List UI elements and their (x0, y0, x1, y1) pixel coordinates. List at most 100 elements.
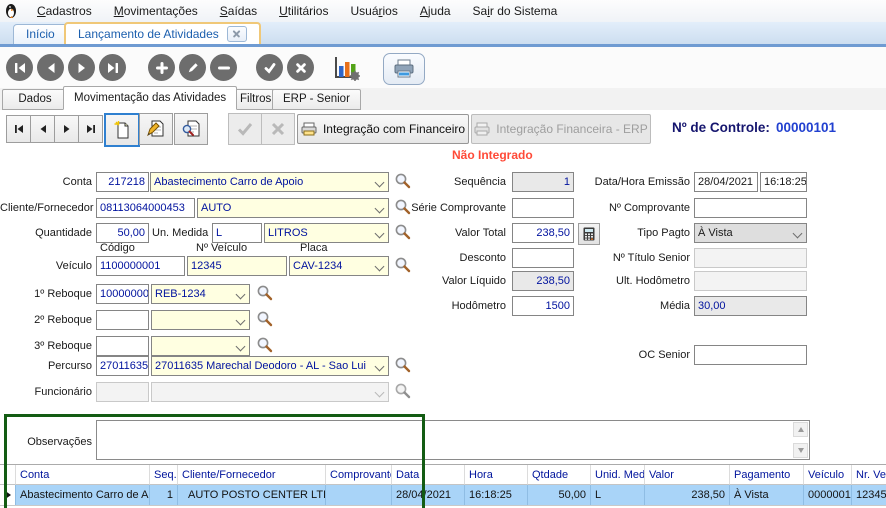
col-cliente-fornecedor[interactable]: Cliente/Fornecedor (178, 465, 326, 485)
titulo-senior-field (694, 248, 807, 268)
hodometro-field[interactable]: 1500 (512, 296, 574, 316)
conta-desc-combo[interactable]: Abastecimento Carro de Apoio (150, 172, 389, 192)
status-nao-integrado: Não Integrado (452, 148, 533, 162)
integracao-financeiro-button[interactable]: Integração com Financeiro (297, 114, 469, 144)
controle-number: Nº de Controle:00000101 (672, 120, 836, 135)
cliente-code-field[interactable]: 08113064000453 (96, 198, 195, 218)
reboque3-placa-combo[interactable] (151, 336, 250, 356)
chevron-down-icon (375, 204, 385, 214)
veiculo-nr-field[interactable]: 12345 (187, 256, 287, 276)
desconto-label: Desconto (398, 248, 506, 268)
col-qtdade[interactable]: Qtdade (528, 465, 591, 485)
percurso-desc-combo[interactable]: 27011635 Marechal Deodoro - AL - Sao Lui (151, 356, 389, 376)
codigo-column-label: Código (100, 242, 135, 254)
reboque3-code-field[interactable] (96, 336, 149, 356)
menu-ajuda[interactable]: Ajuda (409, 2, 462, 20)
previous-record-button[interactable] (37, 54, 64, 81)
un-medida-desc-combo[interactable]: LITROS (264, 223, 389, 243)
veiculo-placa-combo[interactable]: CAV-1234 (289, 256, 389, 276)
integracao-erp-label: Integração Financeira - ERP (496, 122, 647, 136)
edit-document-button[interactable] (139, 113, 173, 145)
cell-pagamento: À Vista (730, 485, 804, 505)
menu-utilitarios[interactable]: Utilitários (268, 2, 339, 20)
menu-movimentacoes[interactable]: Movimentações (103, 2, 209, 20)
col-data[interactable]: Data (392, 465, 465, 485)
grid-last-button[interactable] (78, 115, 103, 143)
col-seq[interactable]: Seq. (150, 465, 178, 485)
un-medida-code-field[interactable]: L (212, 223, 262, 243)
conta-code-field[interactable]: 217218 (96, 172, 149, 192)
conta-label: Conta (0, 172, 92, 192)
reboque1-code-field[interactable]: 100000002 (96, 284, 149, 304)
quantidade-field[interactable]: 50,00 (96, 223, 149, 243)
placa-column-label: Placa (300, 242, 328, 254)
desconto-field[interactable] (512, 248, 574, 268)
print-button[interactable] (383, 53, 425, 85)
col-hora[interactable]: Hora (465, 465, 528, 485)
reboque1-lookup-icon[interactable] (256, 284, 274, 302)
col-conta[interactable]: Conta (16, 465, 150, 485)
last-record-button[interactable] (99, 54, 126, 81)
menu-saidas[interactable]: Saídas (209, 2, 268, 20)
reboque1-placa-combo[interactable]: REB-1234 (151, 284, 250, 304)
scroll-down-icon[interactable] (793, 443, 808, 458)
observacoes-textarea[interactable] (96, 420, 810, 460)
document-tab-strip: Início Lançamento de Atividades (0, 22, 886, 47)
percurso-code-field[interactable]: 27011635 (96, 356, 149, 376)
percurso-label: Percurso (0, 356, 92, 376)
veiculo-code-field[interactable]: 1100000001 (96, 256, 185, 276)
cliente-desc-combo[interactable]: AUTO (197, 198, 389, 218)
nr-comprovante-label: Nº Comprovante (586, 198, 690, 218)
search-document-button[interactable] (174, 113, 208, 145)
grid-next-button[interactable] (54, 115, 79, 143)
chart-button[interactable] (332, 55, 360, 81)
new-document-button[interactable] (104, 113, 140, 147)
col-valor[interactable]: Valor (645, 465, 730, 485)
col-veiculo[interactable]: Veículo (804, 465, 852, 485)
next-record-button[interactable] (68, 54, 95, 81)
cancel-button[interactable] (287, 54, 314, 81)
data-emissao-field[interactable]: 28/04/2021 (694, 172, 758, 192)
grid-first-button[interactable] (6, 115, 31, 143)
col-nr-veiculo[interactable]: Nr. Veículo (852, 465, 886, 485)
serie-comprovante-field[interactable] (512, 198, 574, 218)
col-pagamento[interactable]: Pagamento (730, 465, 804, 485)
tipo-pagto-select[interactable]: À Vista (694, 223, 807, 243)
menu-sair[interactable]: Sair do Sistema (462, 2, 569, 20)
confirm-button[interactable] (256, 54, 283, 81)
tab-inicio[interactable]: Início (13, 24, 68, 44)
grid-previous-button[interactable] (30, 115, 55, 143)
tab-movimentacao-atividades[interactable]: Movimentação das Atividades (63, 86, 237, 110)
menu-cadastros[interactable]: Cadastros (26, 2, 103, 20)
col-unid-med[interactable]: Unid. Med. (591, 465, 645, 485)
menu-usuarios[interactable]: Usuários (339, 2, 408, 20)
hodometro-label: Hodômetro (398, 296, 506, 316)
new-document-icon (112, 120, 132, 140)
percurso-lookup-icon[interactable] (394, 356, 412, 374)
delete-record-button[interactable] (210, 54, 237, 81)
first-record-button[interactable] (6, 54, 33, 81)
col-comprovante[interactable]: Comprovante (326, 465, 392, 485)
funcionario-lookup-icon[interactable] (394, 382, 412, 400)
add-record-button[interactable] (148, 54, 175, 81)
tab-lancamento-atividades[interactable]: Lançamento de Atividades (64, 22, 261, 44)
reboque2-label: 2º Reboque (0, 310, 92, 330)
scroll-up-icon[interactable] (793, 422, 808, 437)
valor-liquido-field: 238,50 (512, 271, 574, 291)
close-tab-icon[interactable] (227, 26, 247, 42)
reboque2-code-field[interactable] (96, 310, 149, 330)
reboque2-lookup-icon[interactable] (256, 310, 274, 328)
apply-button-disabled (228, 113, 262, 145)
hora-emissao-field[interactable]: 16:18:25 (760, 172, 807, 192)
nr-comprovante-field[interactable] (694, 198, 807, 218)
tab-dados[interactable]: Dados (2, 89, 68, 110)
tab-erp-senior[interactable]: ERP - Senior (272, 89, 361, 110)
valor-total-field[interactable]: 238,50 (512, 223, 574, 243)
reboque2-placa-combo[interactable] (151, 310, 250, 330)
cell-data: 28/04/2021 (392, 485, 465, 505)
grid-selected-row[interactable]: Abastecimento Carro de Apoio 1 AUTO POST… (0, 485, 886, 506)
edit-record-button[interactable] (179, 54, 206, 81)
oc-senior-field[interactable] (694, 345, 807, 365)
reboque3-lookup-icon[interactable] (256, 336, 274, 354)
cell-comprovante (326, 485, 392, 505)
